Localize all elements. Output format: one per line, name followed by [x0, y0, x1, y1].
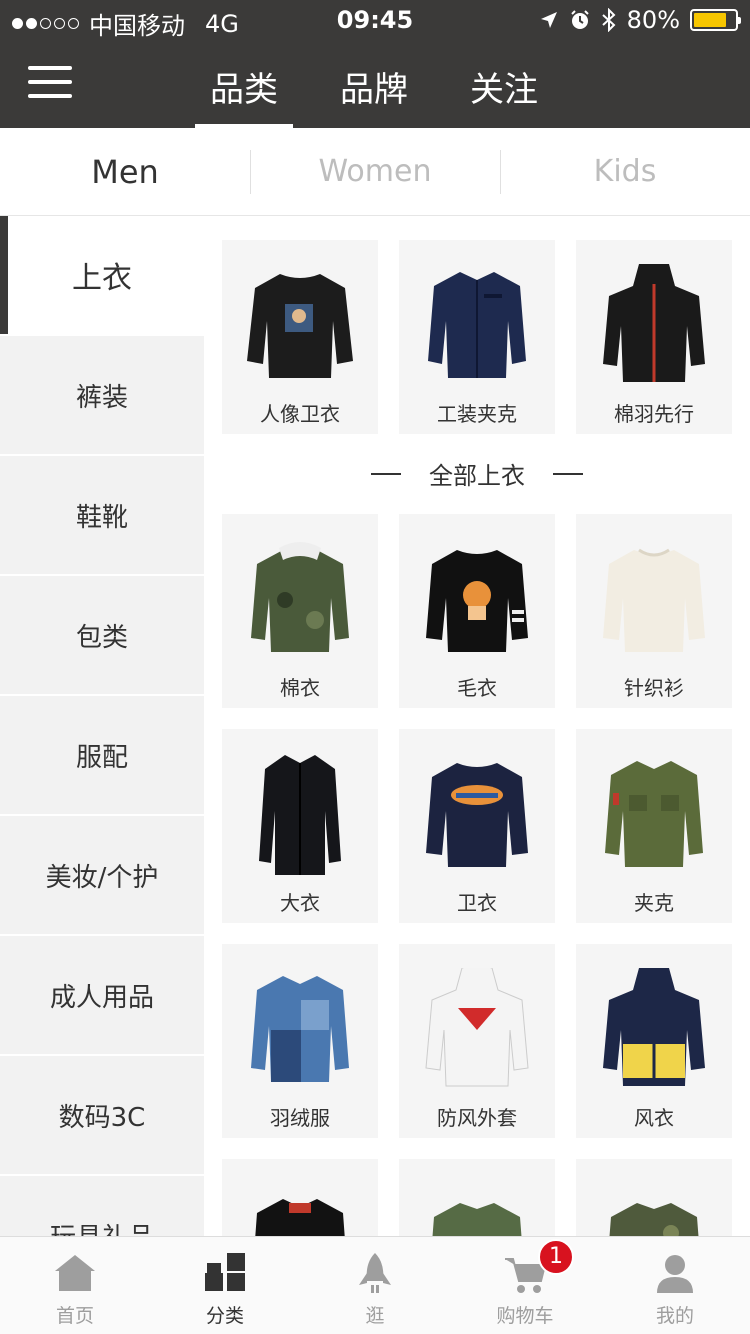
featured-card[interactable]: 工装夹克 [399, 240, 555, 434]
category-card[interactable] [576, 1159, 732, 1236]
card-label: 夹克 [634, 891, 674, 915]
sidebar-item-shoes[interactable]: 鞋靴 [0, 456, 204, 576]
category-card[interactable]: 夹克 [576, 729, 732, 923]
sidebar-item-adult[interactable]: 成人用品 [0, 936, 204, 1056]
category-card[interactable]: 棉衣 [222, 514, 378, 708]
sidebar-item-pants[interactable]: 裤装 [0, 336, 204, 456]
category-card[interactable] [222, 1159, 378, 1236]
tab-men[interactable]: Men [0, 128, 250, 215]
section-title-text: 全部上衣 [429, 462, 525, 490]
down-jacket-icon [236, 962, 364, 1098]
category-card[interactable]: 防风外套 [399, 944, 555, 1138]
tab-explore[interactable]: 逛 [300, 1237, 450, 1334]
status-bar: 中国移动 4G 09:45 80% [0, 0, 750, 40]
padded-coat-icon [236, 532, 364, 668]
knitwear-icon [590, 532, 718, 668]
tab-label: 分类 [205, 1305, 244, 1327]
divider-line [553, 472, 583, 475]
section-title: 全部上衣 [204, 456, 750, 491]
category-card[interactable] [399, 1159, 555, 1236]
top-nav: 品类 品牌 关注 [0, 40, 750, 128]
tab-cart[interactable]: 购物车 1 [450, 1237, 600, 1334]
sweatshirt-icon [413, 747, 541, 883]
tab-kids[interactable]: Kids [500, 128, 750, 215]
menu-icon[interactable] [28, 66, 72, 102]
featured-card[interactable]: 棉羽先行 [576, 240, 732, 434]
card-label: 针织衫 [624, 676, 684, 700]
category-card[interactable]: 羽绒服 [222, 944, 378, 1138]
hooded-jacket-icon [590, 258, 718, 394]
card-label: 防风外套 [437, 1106, 517, 1130]
all-tops-grid: 棉衣 毛衣 针织衫 大衣 卫衣 夹克 羽绒服 防风外套 风衣 [222, 514, 732, 1236]
tab-me[interactable]: 我的 [600, 1237, 750, 1334]
card-label: 风衣 [634, 1106, 674, 1130]
tab-category[interactable]: 品类 [195, 62, 293, 128]
tab-label: 逛 [365, 1305, 385, 1327]
card-label: 棉衣 [280, 676, 320, 700]
sweater-icon [413, 532, 541, 668]
bluetooth-icon [601, 8, 616, 32]
jacket-icon [590, 747, 718, 883]
cart-badge: 1 [538, 1239, 574, 1275]
sidebar-item-beauty[interactable]: 美妆/个护 [0, 816, 204, 936]
tab-brand[interactable]: 品牌 [329, 62, 419, 111]
tab-label: 我的 [655, 1305, 694, 1327]
tab-women[interactable]: Women [250, 128, 500, 215]
overcoat-icon [236, 747, 364, 883]
card-label: 卫衣 [457, 891, 497, 915]
tab-label: 购物车 [496, 1305, 554, 1327]
sidebar-item-digital[interactable]: 数码3C [0, 1056, 204, 1176]
card-label: 羽绒服 [270, 1106, 330, 1130]
sweatshirt-portrait-icon [236, 258, 364, 394]
divider-line [371, 472, 401, 475]
card-label: 毛衣 [457, 676, 497, 700]
category-sidebar: 上衣 裤装 鞋靴 包类 服配 美妆/个护 成人用品 数码3C 玩具礼品 [0, 216, 204, 1236]
category-content: 人像卫衣 工装夹克 棉羽先行 全部上衣 棉衣 毛衣 针织衫 大衣 卫衣 夹克 羽… [204, 216, 750, 1236]
tab-categories[interactable]: 分类 [150, 1237, 300, 1334]
card-label: 人像卫衣 [260, 402, 340, 426]
windbreaker-icon [413, 962, 541, 1098]
card-label: 工装夹克 [437, 402, 517, 426]
work-jacket-icon [413, 258, 541, 394]
location-arrow-icon [540, 12, 557, 28]
sidebar-item-bags[interactable]: 包类 [0, 576, 204, 696]
sidebar-item-tops[interactable]: 上衣 [0, 216, 204, 336]
sidebar-item-accessories[interactable]: 服配 [0, 696, 204, 816]
featured-grid: 人像卫衣 工装夹克 棉羽先行 [222, 240, 732, 434]
leather-jacket-icon [236, 1177, 364, 1236]
category-icon [205, 1253, 245, 1291]
trench-icon [590, 962, 718, 1098]
user-icon [657, 1255, 693, 1293]
gender-tabs: Men Women Kids [0, 128, 750, 216]
bottom-tab-bar: 首页 分类 逛 购物车 1 我的 [0, 1236, 750, 1334]
category-card[interactable]: 大衣 [222, 729, 378, 923]
alarm-icon [570, 10, 589, 29]
category-card[interactable]: 毛衣 [399, 514, 555, 708]
category-card[interactable]: 风衣 [576, 944, 732, 1138]
tab-label: 首页 [55, 1305, 94, 1327]
sidebar-item-toys[interactable]: 玩具礼品 [0, 1176, 204, 1236]
home-icon [55, 1255, 95, 1291]
status-right: 80% [539, 6, 741, 34]
tab-follow[interactable]: 关注 [459, 62, 549, 111]
card-label: 大衣 [280, 891, 320, 915]
card-label: 棉羽先行 [614, 402, 694, 426]
rocket-icon [359, 1253, 391, 1293]
featured-card[interactable]: 人像卫衣 [222, 240, 378, 434]
battery-icon [690, 9, 741, 31]
camo-jacket-icon [590, 1177, 718, 1236]
category-card[interactable]: 卫衣 [399, 729, 555, 923]
battery-percent: 80% [626, 6, 680, 34]
field-jacket-icon [413, 1177, 541, 1236]
category-card[interactable]: 针织衫 [576, 514, 732, 708]
tab-home[interactable]: 首页 [0, 1237, 150, 1334]
